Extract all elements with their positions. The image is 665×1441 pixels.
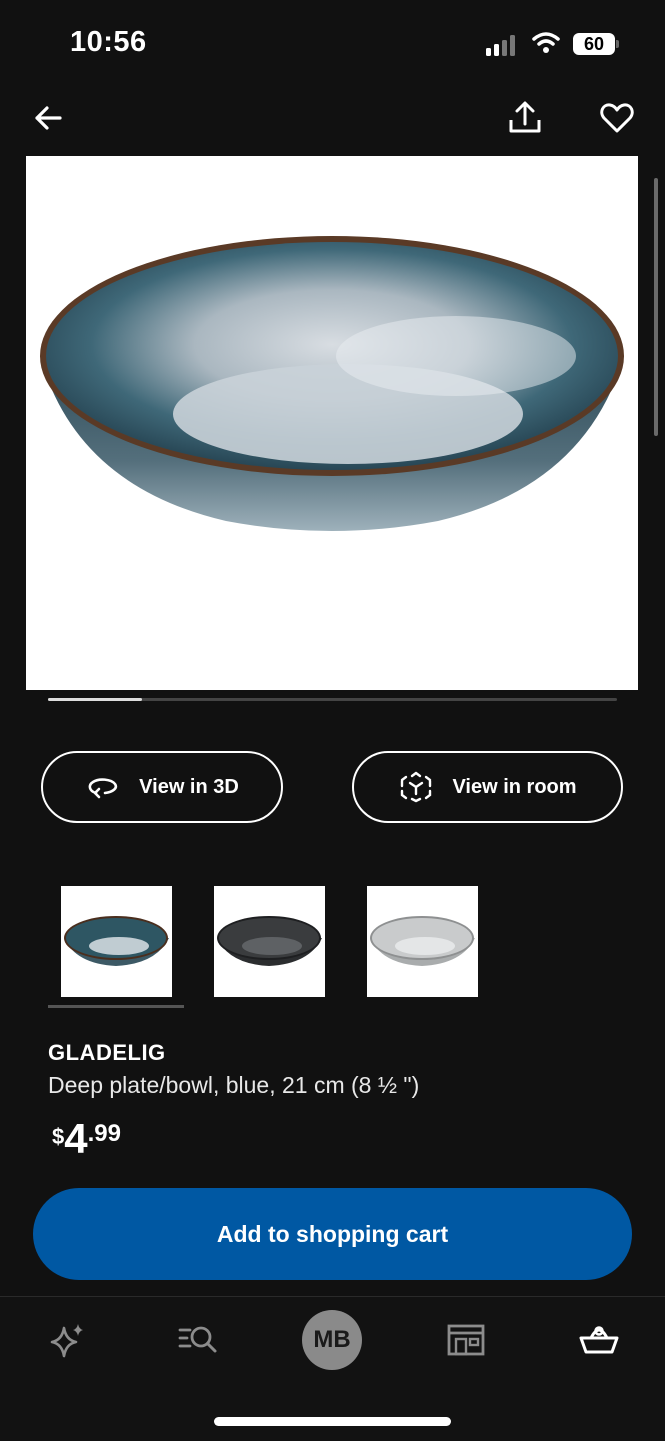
price-currency: $: [52, 1124, 65, 1149]
wifi-icon: [532, 32, 560, 53]
share-icon[interactable]: [507, 100, 543, 136]
back-arrow-icon[interactable]: [30, 100, 66, 136]
price-integer: 4: [64, 1115, 88, 1162]
variant-thumbnail-blue[interactable]: [61, 886, 172, 997]
variant-thumbnail-light-grey[interactable]: [367, 886, 478, 997]
battery-tip: [616, 40, 619, 48]
rotate-3d-icon: [88, 778, 118, 799]
view-in-room-button[interactable]: View in room: [352, 751, 623, 823]
bowl-thumbnail-icon: [217, 916, 322, 966]
add-to-cart-button[interactable]: Add to shopping cart: [33, 1188, 632, 1280]
product-image[interactable]: [26, 156, 638, 690]
cellular-signal-icon: [486, 34, 520, 56]
heart-icon[interactable]: [599, 100, 635, 136]
view-in-3d-label: View in 3D: [139, 775, 239, 798]
ar-cube-icon: [401, 771, 432, 803]
search-icon[interactable]: [176, 1318, 220, 1362]
product-name: GLADELIG: [48, 1040, 166, 1065]
view-in-3d-button[interactable]: View in 3D: [41, 751, 283, 823]
view-in-room-label: View in room: [452, 775, 577, 798]
selected-variant-indicator: [48, 1005, 184, 1008]
bowl-illustration: [40, 236, 624, 531]
battery-level: 60: [573, 33, 615, 55]
scrollbar[interactable]: [654, 178, 658, 436]
sparkle-icon[interactable]: [46, 1318, 90, 1362]
bowl-thumbnail-icon: [370, 916, 475, 966]
account-avatar[interactable]: MB: [302, 1310, 362, 1370]
home-indicator[interactable]: [214, 1417, 451, 1426]
store-icon[interactable]: [444, 1318, 488, 1362]
price-decimal: .99: [87, 1120, 121, 1147]
status-time: 10:56: [70, 26, 147, 58]
basket-icon[interactable]: [577, 1318, 621, 1362]
bowl-thumbnail-icon: [64, 916, 169, 966]
gallery-progress-indicator: [48, 698, 142, 701]
variant-thumbnail-dark-grey[interactable]: [214, 886, 325, 997]
product-price: $ 4 .99: [52, 1116, 121, 1162]
product-description: Deep plate/bowl, blue, 21 cm (8 ½ "): [48, 1072, 420, 1098]
